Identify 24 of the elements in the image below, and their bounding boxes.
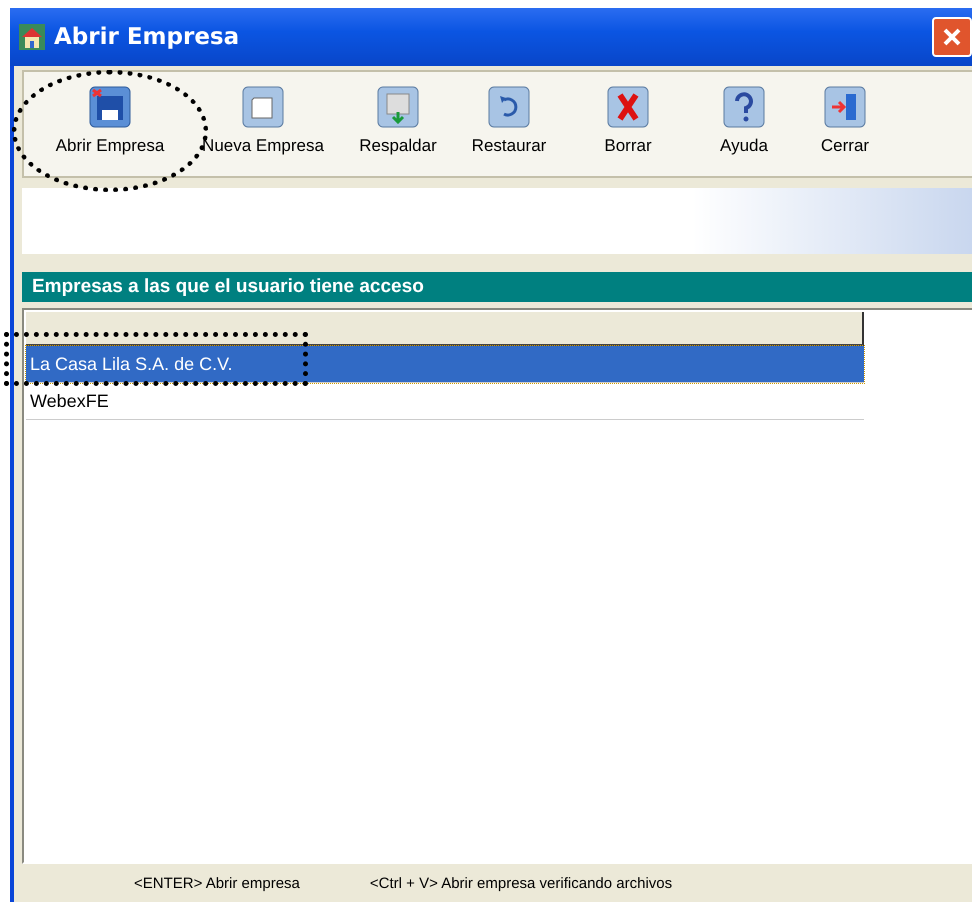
x-icon [605, 84, 651, 130]
list-row[interactable]: WebexFE [26, 383, 864, 420]
shortcut-hint: <ENTER> Abrir empresa [134, 874, 300, 892]
toolbar-button[interactable]: Abrir Empresa [36, 72, 184, 156]
exit-door-icon [822, 84, 868, 130]
list-title: Empresas a las que el usuario tiene acceso [22, 272, 972, 302]
window-title: Abrir Empresa [54, 24, 240, 50]
toolbar-button[interactable]: Respaldar [342, 72, 454, 156]
toolbar-button[interactable]: Ayuda [692, 72, 796, 156]
undo-icon [486, 84, 532, 130]
column-header[interactable] [26, 312, 864, 346]
toolbar-button[interactable]: Nueva Empresa [184, 72, 342, 156]
help-icon [721, 84, 767, 130]
close-button[interactable] [932, 17, 972, 57]
toolbar-button[interactable]: Restaurar [454, 72, 564, 156]
list-row[interactable]: La Casa Lila S.A. de C.V. [26, 346, 864, 383]
toolbar-button[interactable]: Borrar [564, 72, 692, 156]
download-icon [375, 84, 421, 130]
monitor-icon [87, 84, 133, 130]
house-icon [18, 23, 46, 51]
toolbar-button[interactable]: Cerrar [796, 72, 894, 156]
close-icon [941, 26, 963, 48]
shortcut-hint: <Ctrl + V> Abrir empresa verificando archivos [370, 874, 672, 892]
page-icon [240, 84, 286, 130]
